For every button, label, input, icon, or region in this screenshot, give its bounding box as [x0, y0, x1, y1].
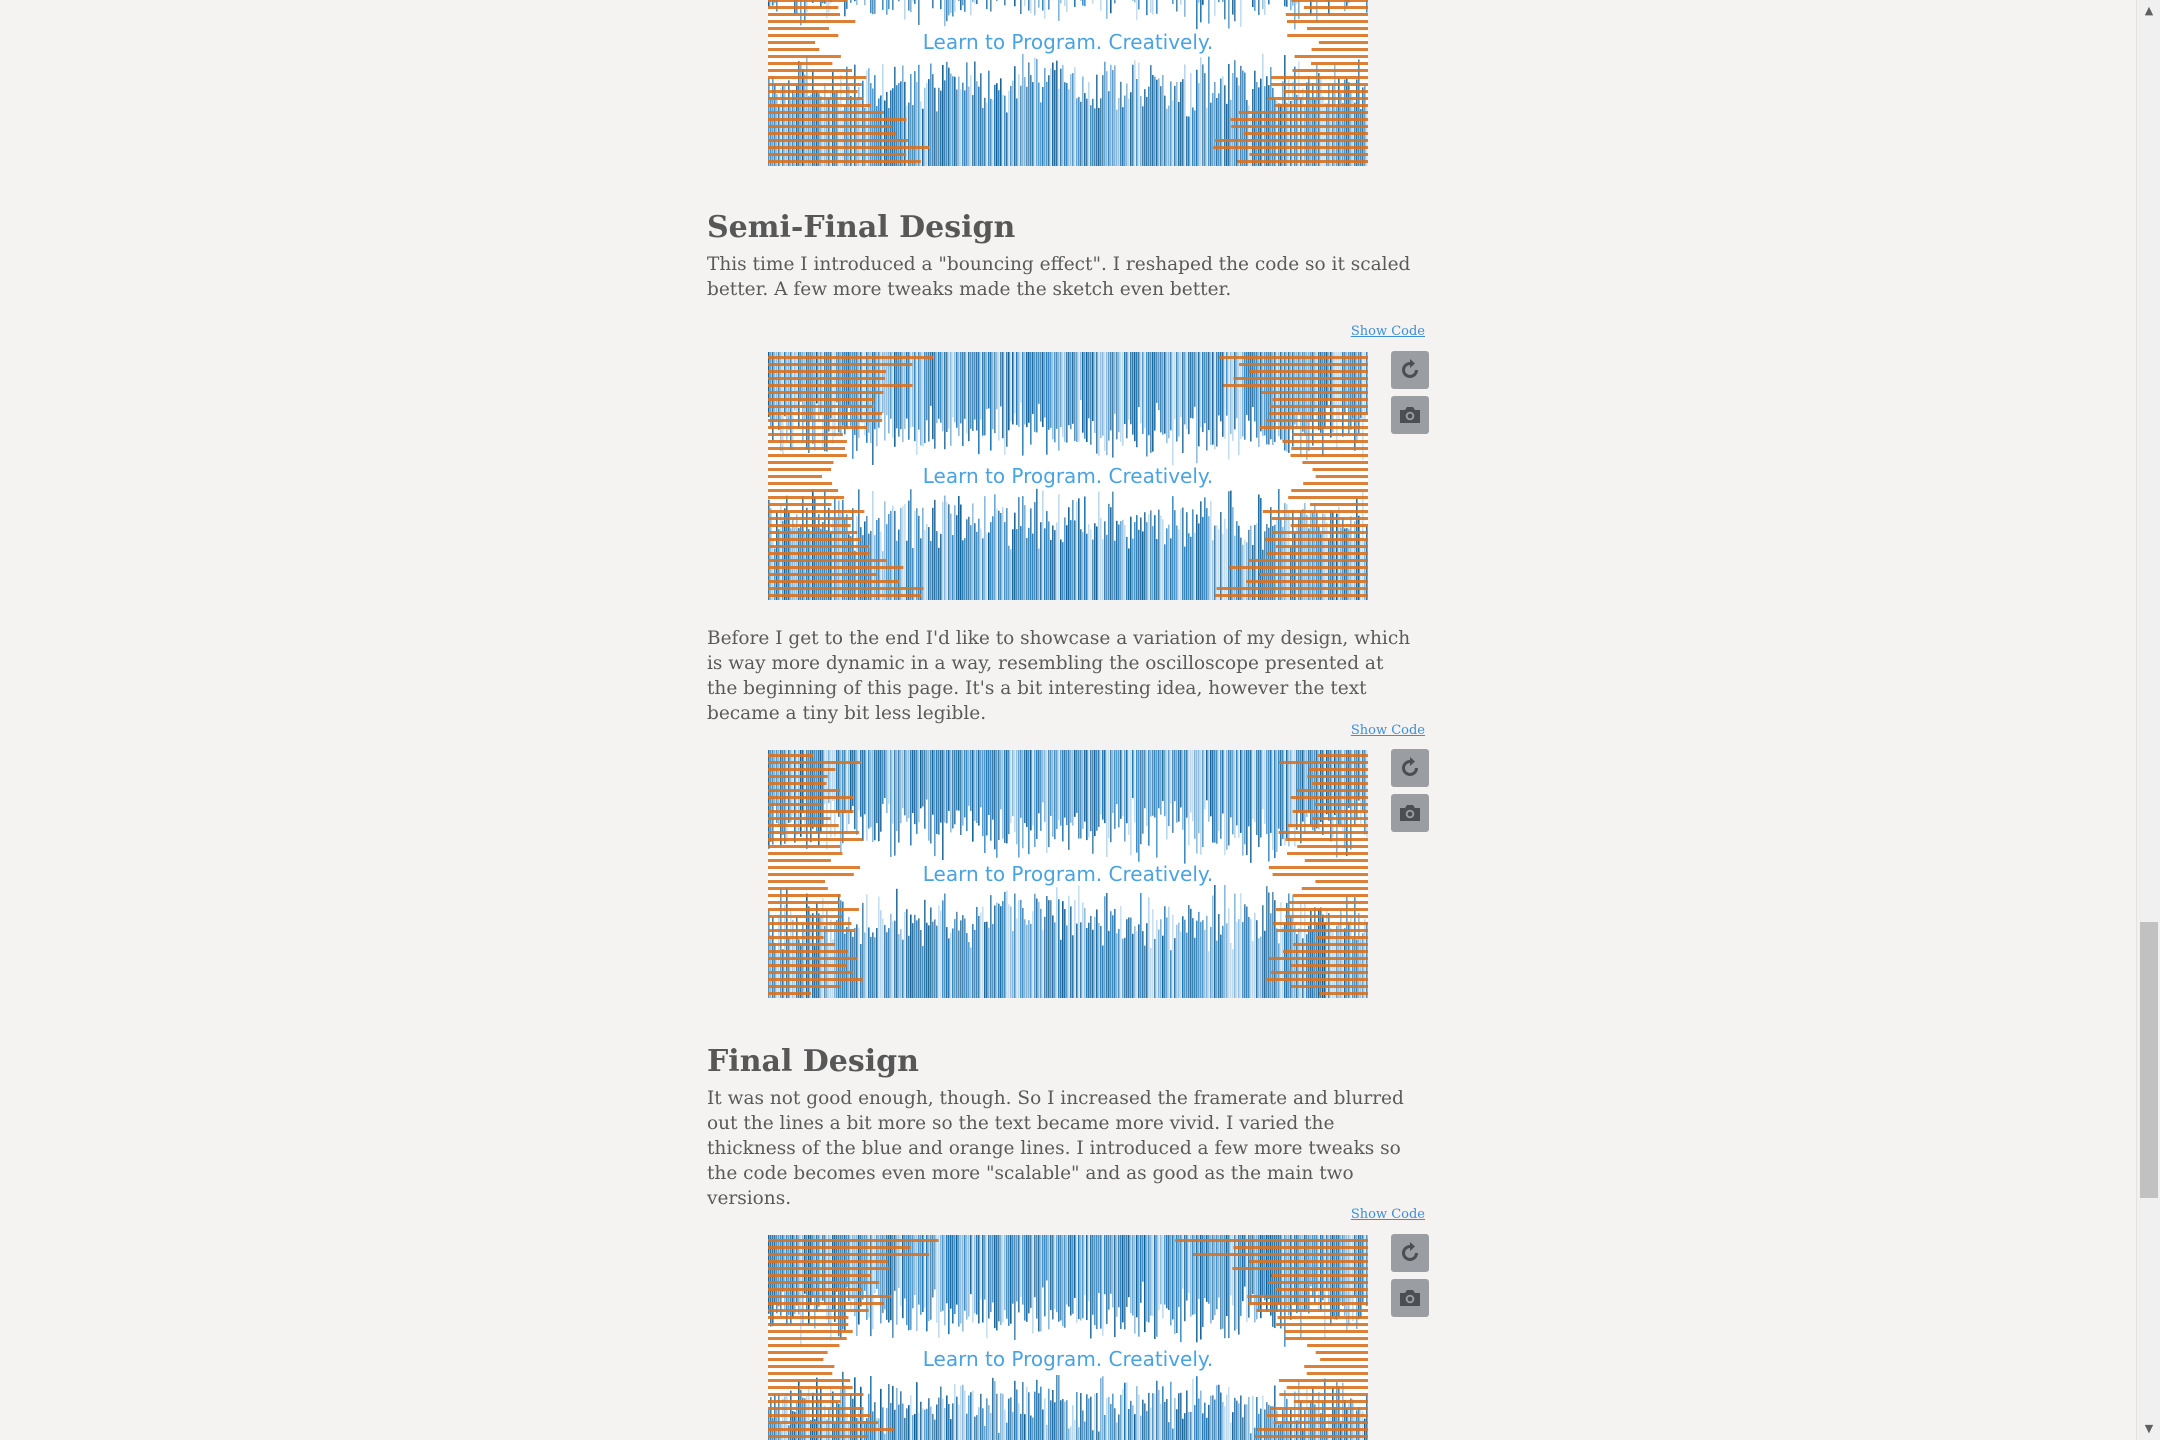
scroll-down-arrow-icon[interactable]: ▼	[2137, 1418, 2160, 1440]
restart-button[interactable]	[1391, 351, 1429, 389]
vertical-scrollbar[interactable]: ▲ ▼	[2136, 0, 2160, 1440]
show-code-link[interactable]: Show Code	[1351, 723, 1425, 738]
restart-icon	[1402, 757, 1418, 776]
sketch-canvas-top[interactable]: Learn to Program. Creatively.	[768, 0, 1368, 166]
variation-paragraph: Before I get to the end I'd like to show…	[707, 628, 1411, 724]
show-code-link[interactable]: Show Code	[1351, 324, 1425, 339]
camera-icon	[1400, 407, 1420, 423]
camera-icon	[1400, 805, 1420, 821]
snapshot-button[interactable]	[1391, 1279, 1429, 1317]
page: Learn to Program. Creatively. Semi-Final…	[0, 0, 2136, 1440]
restart-button[interactable]	[1391, 749, 1429, 787]
scrollbar-thumb[interactable]	[2140, 922, 2158, 1198]
semi-final-heading: Semi-Final Design	[707, 210, 1016, 245]
final-heading: Final Design	[707, 1044, 919, 1079]
snapshot-button[interactable]	[1391, 794, 1429, 832]
sketch-graphic	[768, 0, 1368, 166]
sketch-canvas-variation[interactable]: Learn to Program. Creatively.	[768, 750, 1368, 998]
final-paragraph: It was not good enough, though. So I inc…	[707, 1088, 1404, 1209]
sketch-graphic	[768, 750, 1368, 998]
sketch-canvas-semi-final[interactable]: Learn to Program. Creatively.	[768, 352, 1368, 600]
semi-final-paragraph: This time I introduced a "bouncing effec…	[707, 254, 1411, 300]
restart-button[interactable]	[1391, 1234, 1429, 1272]
restart-icon	[1402, 1242, 1418, 1261]
snapshot-button[interactable]	[1391, 396, 1429, 434]
sketch-graphic	[768, 1235, 1368, 1440]
restart-icon	[1402, 359, 1418, 378]
show-code-link[interactable]: Show Code	[1351, 1207, 1425, 1222]
camera-icon	[1400, 1290, 1420, 1306]
scroll-up-arrow-icon[interactable]: ▲	[2137, 0, 2160, 22]
sketch-graphic	[768, 352, 1368, 600]
sketch-canvas-final[interactable]: Learn to Program. Creatively.	[768, 1235, 1368, 1440]
